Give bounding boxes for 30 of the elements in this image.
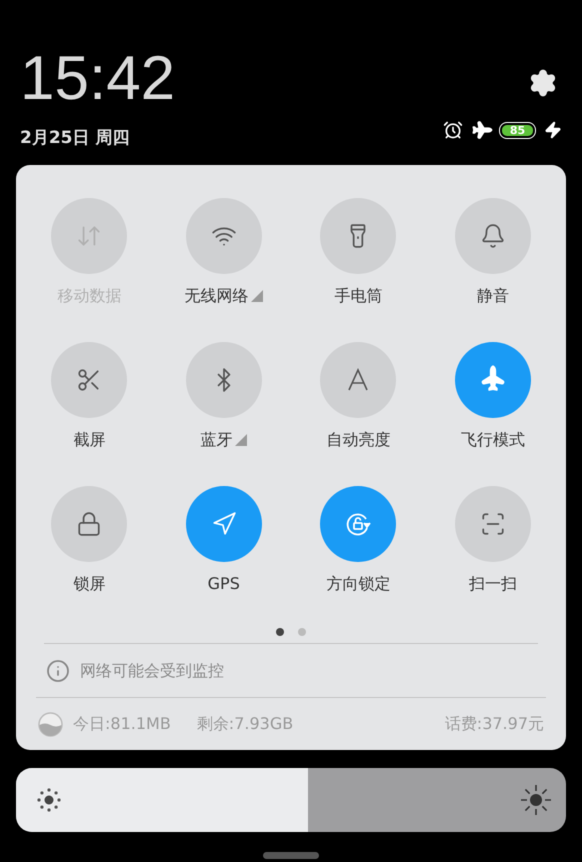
today-usage: 今日:81.1MB bbox=[73, 713, 171, 736]
bell-icon bbox=[480, 223, 506, 249]
menu-triangle-icon[interactable] bbox=[251, 290, 264, 302]
toggle-label: 自动亮度 bbox=[326, 430, 390, 450]
home-indicator[interactable] bbox=[263, 852, 319, 859]
dim-sun-icon bbox=[36, 787, 62, 813]
toggle-label: 扫一扫 bbox=[468, 574, 517, 594]
brightness-slider[interactable] bbox=[16, 768, 566, 832]
info-icon bbox=[46, 658, 70, 683]
toggle-label: 截屏 bbox=[73, 430, 106, 450]
toggle-label: 静音 bbox=[476, 286, 509, 306]
toggle-label: 手电筒 bbox=[334, 286, 382, 306]
toggle-label: 蓝牙 bbox=[200, 430, 232, 450]
toggle-label: GPS bbox=[208, 574, 240, 594]
menu-triangle-icon[interactable] bbox=[235, 434, 248, 446]
toggle-label: 锁屏 bbox=[73, 574, 106, 594]
navigation-arrow-icon bbox=[210, 511, 237, 537]
battery-indicator: 85 bbox=[499, 122, 536, 138]
date-text: 2月25日 周四 bbox=[20, 127, 130, 150]
toggle-label: 无线网络 bbox=[184, 286, 248, 306]
scan-icon bbox=[480, 511, 506, 537]
bright-sun-icon bbox=[520, 784, 552, 816]
remaining-data: 剩余:7.93GB bbox=[196, 713, 294, 736]
toggle-label: 方向锁定 bbox=[326, 574, 390, 594]
clock-time: 15:42 bbox=[20, 44, 176, 114]
phone-balance: 话费:37.97元 bbox=[444, 713, 544, 736]
lock-icon bbox=[76, 511, 102, 537]
toggle-label: 飞行模式 bbox=[460, 430, 525, 450]
network-notice: 网络可能会受到监控 bbox=[80, 660, 224, 682]
data-usage-icon bbox=[38, 712, 63, 737]
